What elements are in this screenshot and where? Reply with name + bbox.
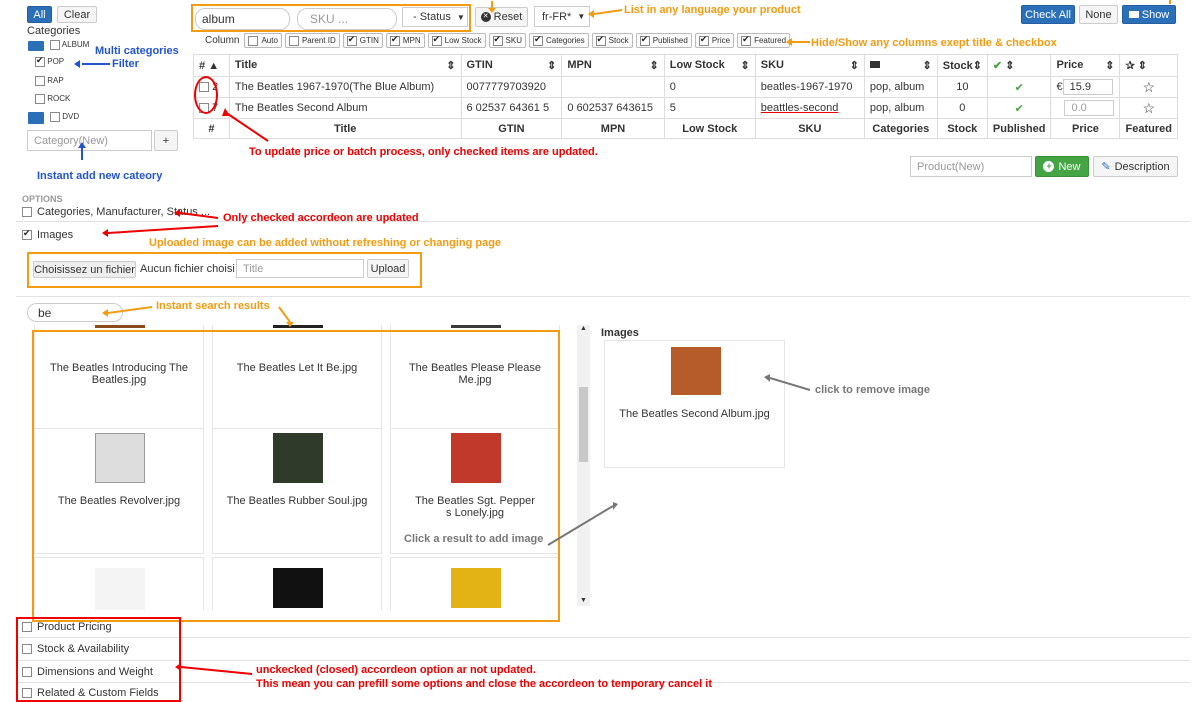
- arrow-results: [278, 306, 291, 323]
- arrow-add-image: [547, 505, 614, 546]
- arrow-checkbox: [227, 113, 269, 142]
- arrow-unchecked: [180, 666, 253, 675]
- arrow-language: [593, 9, 623, 15]
- arrow-images: [107, 225, 219, 234]
- arrow-search: [107, 306, 153, 314]
- arrowheads: [74, 8, 792, 671]
- annotation-arrows: [74, 0, 1171, 675]
- arrow-remove: [769, 377, 811, 391]
- arrow-accordion: [179, 212, 219, 219]
